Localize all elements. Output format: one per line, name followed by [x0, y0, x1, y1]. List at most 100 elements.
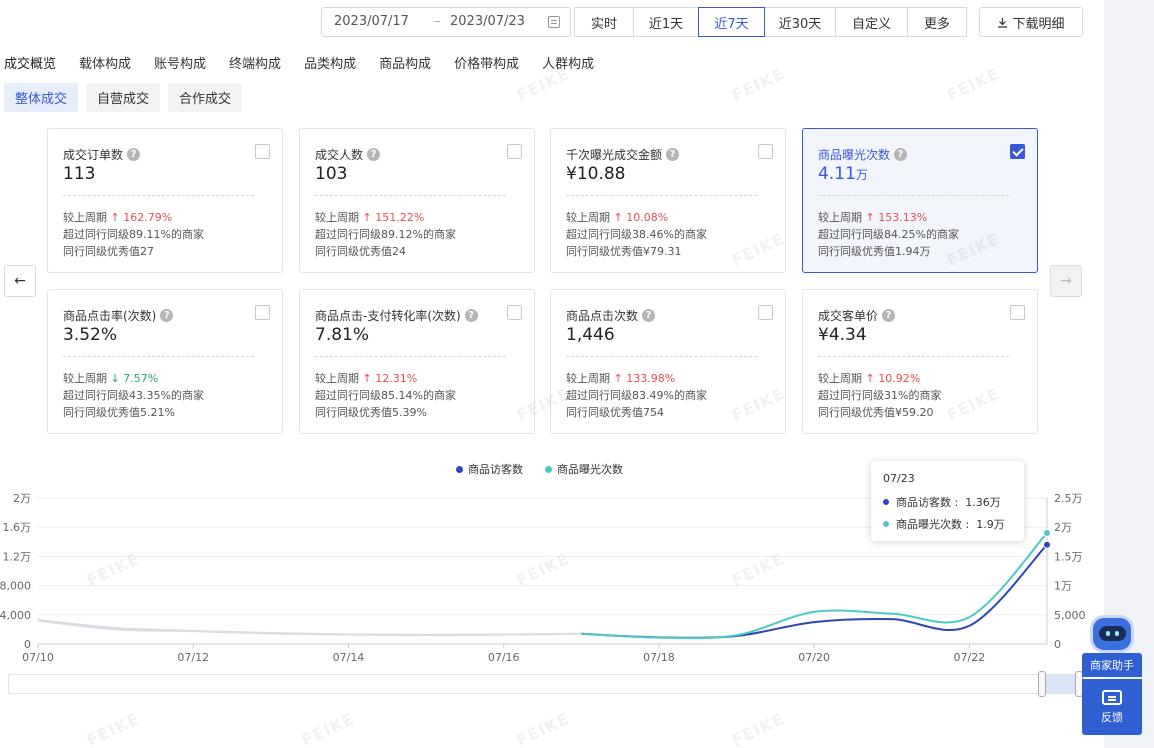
tab-carrier[interactable]: 载体构成 — [79, 53, 131, 72]
range-more-button[interactable]: 更多 — [907, 7, 967, 37]
legend-dot-visitors — [456, 465, 463, 473]
tab-account[interactable]: 账号构成 — [154, 53, 206, 72]
y-right-tick-label: 2.5万 — [1054, 492, 1083, 505]
compare-label: 较上周期 — [818, 211, 862, 224]
metric-value-number: 103 — [315, 164, 348, 184]
range-30day-button[interactable]: 近30天 — [764, 7, 836, 37]
metric-title-text: 商品点击-支付转化率(次数) — [315, 309, 461, 323]
metric-checkbox[interactable] — [255, 144, 270, 159]
metric-card-exposure[interactable]: 商品曝光次数? 4.11万 较上周期 ↑ 153.13% 超过同行同级84.25%的商… — [802, 128, 1038, 273]
metric-value-number: ¥10.88 — [566, 164, 626, 184]
tab-price-band[interactable]: 价格带构成 — [454, 53, 519, 72]
peer-excellent-value: 同行同级优秀值754 — [566, 406, 664, 419]
calendar-icon[interactable] — [548, 16, 560, 28]
peer-percentile: 超过同行同级31%的商家 — [818, 389, 942, 402]
peer-percentile: 超过同行同级89.11%的商家 — [63, 228, 204, 241]
metric-card-orders[interactable]: 成交订单数? 113 较上周期 ↑ 162.79% 超过同行同级89.11%的商家 同行… — [47, 128, 283, 273]
date-end[interactable]: 2023/07/23 — [450, 14, 525, 29]
help-icon[interactable]: ? — [894, 148, 908, 161]
tab-category[interactable]: 品类构成 — [304, 53, 356, 72]
compare-change: 153.13% — [878, 211, 928, 224]
range-1day-button[interactable]: 近1天 — [633, 7, 699, 37]
metric-value: ¥4.34 — [818, 325, 867, 345]
peer-excellent-value: 同行同级优秀值5.39% — [315, 406, 427, 419]
x-tick-label: 07/22 — [954, 651, 986, 664]
peer-percentile: 超过同行同级43.35%的商家 — [63, 389, 204, 402]
metric-checkbox[interactable] — [758, 305, 773, 320]
divider — [63, 195, 254, 196]
help-icon[interactable]: ? — [642, 309, 656, 322]
compare-change: 162.79% — [123, 211, 173, 224]
help-icon[interactable]: ? — [882, 309, 896, 322]
watermark: FEIKE — [728, 709, 788, 748]
range-7day-button[interactable]: 近7天 — [698, 7, 765, 37]
range-realtime-button[interactable]: 实时 — [574, 7, 634, 37]
x-tick-label: 07/14 — [333, 651, 365, 664]
metric-title-text: 千次曝光成交金额 — [566, 148, 663, 162]
peer-percentile: 超过同行同级84.25%的商家 — [818, 228, 959, 241]
data-point-visitors[interactable] — [1043, 540, 1051, 549]
tab-audience[interactable]: 人群构成 — [542, 53, 594, 72]
subtab-cooperation[interactable]: 合作成交 — [168, 83, 243, 112]
robot-icon[interactable] — [1090, 615, 1134, 653]
peer-percentile: 超过同行同级85.14%的商家 — [315, 389, 456, 402]
tooltip-date: 07/23 — [883, 472, 915, 485]
metric-checkbox[interactable] — [507, 144, 522, 159]
metric-value-number: 7.81% — [315, 325, 370, 345]
tooltip-label-visitors: 商品访客数 : — [896, 496, 959, 509]
compare-label: 较上周期 — [315, 372, 359, 385]
help-icon[interactable]: ? — [464, 309, 478, 322]
tab-product[interactable]: 商品构成 — [379, 53, 431, 72]
download-button[interactable]: 下载明细 — [979, 7, 1083, 37]
tooltip-label-exposure: 商品曝光次数 : — [896, 518, 970, 531]
range-custom-button[interactable]: 自定义 — [835, 7, 908, 37]
slider-window[interactable] — [1043, 675, 1079, 693]
help-icon[interactable]: ? — [666, 148, 680, 161]
date-range-picker[interactable]: 2023/07/17 – 2023/07/23 — [321, 7, 571, 37]
tooltip-row-exposure: 商品曝光次数 : 1.9万 — [883, 516, 1005, 532]
legend-item-exposure[interactable]: 商品曝光次数 — [545, 461, 623, 477]
trend-up-icon: ↑ — [362, 372, 372, 385]
metric-card-buyers[interactable]: 成交人数? 103 较上周期 ↑ 151.22% 超过同行同级89.12%的商家 同行同… — [299, 128, 535, 273]
date-start[interactable]: 2023/07/17 — [334, 14, 409, 29]
metric-compare: 较上周期 ↑ 151.22% — [315, 209, 424, 225]
metric-value: 3.52% — [63, 325, 117, 345]
peer-excellent-value: 同行同级优秀值1.94万 — [818, 245, 931, 258]
chart-zoom-slider[interactable] — [8, 671, 1084, 697]
metric-value: 7.81% — [315, 325, 369, 345]
metric-card-avg-order-value[interactable]: 成交客单价? ¥4.34 较上周期 ↑ 10.92% 超过同行同级31%的商家 同行同级… — [802, 289, 1038, 434]
metric-card-ctr[interactable]: 商品点击率(次数)? 3.52% 较上周期 ↓ 7.57% 超过同行同级43.35%的… — [47, 289, 283, 434]
legend-item-visitors[interactable]: 商品访客数 — [456, 461, 523, 477]
peer-excellent-value: 同行同级优秀值¥79.31 — [566, 245, 682, 258]
tab-overview[interactable]: 成交概览 — [4, 53, 56, 72]
metric-card-click-pay-rate[interactable]: 商品点击-支付转化率(次数)? 7.81% 较上周期 ↑ 12.31% 超过同行同级8… — [299, 289, 535, 434]
prev-cards-button[interactable]: ← — [4, 265, 36, 297]
metric-title: 商品点击次数? — [566, 307, 656, 324]
metric-title-text: 成交订单数 — [63, 148, 124, 162]
metric-checkbox[interactable] — [758, 144, 773, 159]
metric-checkbox[interactable] — [1010, 144, 1025, 159]
metric-value-number: ¥4.34 — [818, 325, 867, 345]
metric-checkbox[interactable] — [1010, 305, 1025, 320]
series-line-visitors[interactable] — [581, 544, 1048, 639]
subtab-overall[interactable]: 整体成交 — [4, 83, 79, 112]
chart-legend: 商品访客数 商品曝光次数 — [456, 461, 623, 477]
slider-handle-left[interactable] — [1038, 671, 1046, 697]
metric-checkbox[interactable] — [255, 305, 270, 320]
data-point-exposure[interactable] — [1043, 529, 1051, 538]
helper-label[interactable]: 商家助手 — [1082, 653, 1142, 677]
date-separator: – — [434, 14, 441, 29]
help-icon[interactable]: ? — [367, 148, 381, 161]
help-icon[interactable]: ? — [127, 148, 141, 161]
tooltip-row-visitors: 商品访客数 : 1.36万 — [883, 494, 1001, 510]
next-cards-button[interactable]: → — [1050, 265, 1082, 297]
y-right-tick-label: 1.5万 — [1054, 550, 1083, 563]
subtab-self-operated[interactable]: 自营成交 — [86, 83, 161, 112]
range-button-group: 实时 近1天 近7天 近30天 自定义 更多 — [574, 7, 967, 37]
tab-terminal[interactable]: 终端构成 — [229, 53, 281, 72]
y-right-tick-label: 2万 — [1054, 521, 1072, 534]
help-icon[interactable]: ? — [160, 309, 174, 322]
metric-checkbox[interactable] — [507, 305, 522, 320]
feedback-button[interactable]: 反馈 — [1082, 679, 1142, 735]
trend-up-icon: ↑ — [110, 211, 120, 224]
